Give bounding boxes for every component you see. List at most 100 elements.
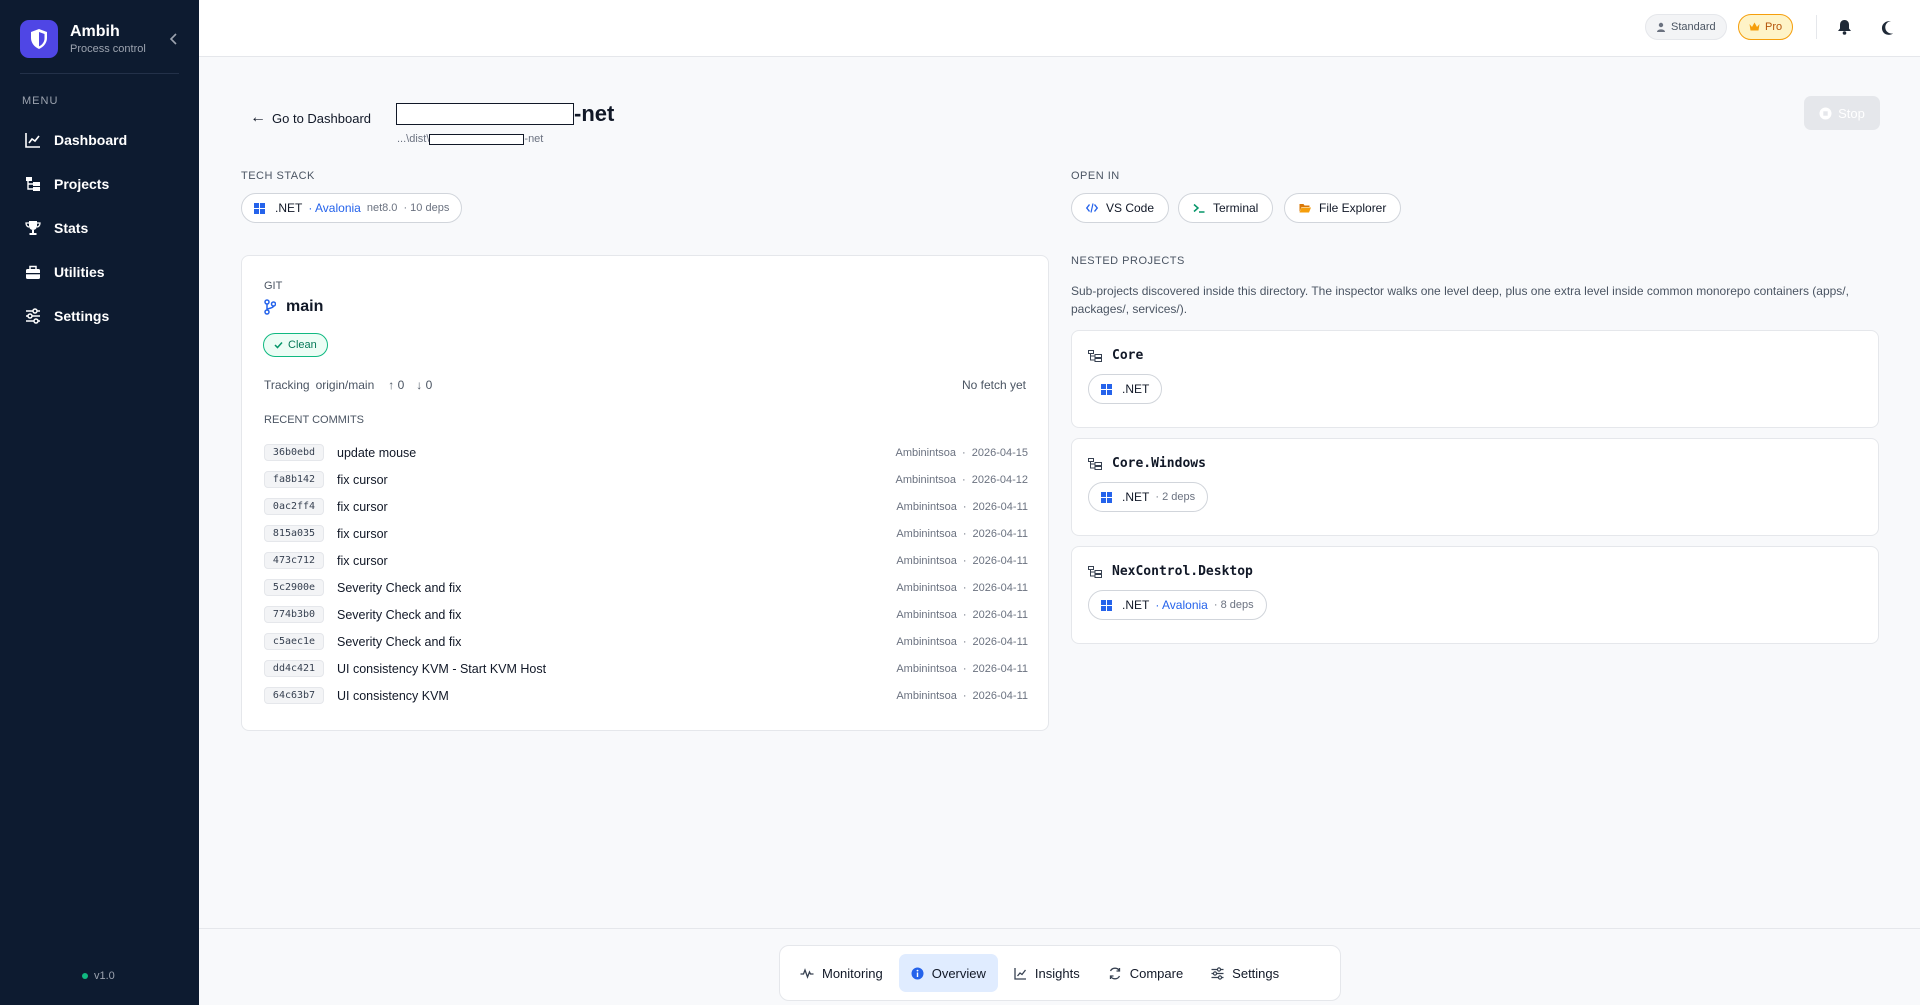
framework-label: Avalonia [315, 201, 361, 215]
stop-circle-icon [1819, 107, 1832, 120]
commit-row[interactable]: 64c63b7 UI consistency KVM Ambinintsoa · 202… [264, 682, 1028, 709]
commit-message: update mouse [337, 445, 417, 460]
sidebar-item-settings[interactable]: Settings [12, 296, 187, 336]
nested-project-title: Core [1088, 348, 1143, 363]
open-terminal-button[interactable]: Terminal [1178, 193, 1274, 223]
sidebar-item-label: Settings [54, 308, 110, 324]
deps-label: 2 deps [1162, 491, 1196, 503]
framework-link[interactable]: · Avalonia [1155, 598, 1208, 612]
windows-icon [254, 202, 265, 214]
commit-date: 2026-04-15 [971, 446, 1028, 459]
notifications-button[interactable] [1833, 16, 1855, 38]
explorer-label: File Explorer [1319, 201, 1387, 215]
commit-separator: · [962, 446, 966, 459]
commit-message: fix cursor [337, 553, 388, 568]
folder-tree-icon [1088, 565, 1102, 578]
commit-hash[interactable]: 0ac2ff4 [264, 498, 324, 515]
commit-hash[interactable]: c5aec1e [264, 633, 324, 650]
commit-hash[interactable]: 64c63b7 [264, 687, 324, 704]
status-badge: Clean [263, 333, 328, 357]
commit-row[interactable]: 5c2900e Severity Check and fix Ambinintsoa… [264, 574, 1028, 601]
nested-project-chip: .NET [1088, 374, 1163, 404]
open-vscode-button[interactable]: VS Code [1071, 193, 1170, 223]
commit-message: fix cursor [337, 526, 388, 541]
nested-project-title: Core.Windows [1088, 456, 1206, 471]
nested-project-card[interactable]: NexControl.Desktop .NET · Avalonia · 8 d… [1071, 546, 1879, 644]
commit-message: UI consistency KVM - Start KVM Host [337, 661, 547, 676]
sidebar-item-label: Projects [54, 176, 110, 192]
redacted-path-block [429, 133, 525, 145]
nested-project-chip: .NET · 2 deps [1088, 482, 1209, 512]
commit-hash[interactable]: 473c712 [264, 552, 324, 569]
commit-author: Ambinintsoa [896, 554, 957, 567]
commit-separator: · [962, 689, 967, 702]
deps-label: 10 deps [410, 202, 450, 214]
commit-row[interactable]: fa8b142 fix cursor Ambinintsoa · 2026-04-12 [264, 466, 1028, 493]
sidebar-item-projects[interactable]: Projects [12, 164, 187, 204]
collapse-sidebar-button[interactable] [164, 29, 184, 49]
tab-settings[interactable]: Settings [1199, 954, 1291, 992]
commit-row[interactable]: c5aec1e Severity Check and fix Ambinintsoa… [264, 628, 1028, 655]
commit-separator: · [962, 554, 967, 567]
commit-author: Ambinintsoa [896, 500, 957, 513]
commit-row[interactable]: dd4c421 UI consistency KVM - Start KVM Ho… [264, 655, 1028, 682]
commit-date: 2026-04-11 [972, 527, 1028, 540]
runtime-label: .NET [1122, 382, 1150, 396]
commit-row[interactable]: 0ac2ff4 fix cursor Ambinintsoa · 2026-04-11 [264, 493, 1028, 520]
commit-hash[interactable]: fa8b142 [264, 471, 324, 488]
commit-hash[interactable]: 815a035 [264, 525, 324, 542]
commit-hash[interactable]: 36b0ebd [264, 444, 324, 461]
page-title-suffix: -net [574, 101, 615, 126]
framework-link[interactable]: · Avalonia [308, 201, 361, 215]
commit-message: UI consistency KVM [337, 688, 449, 703]
status-dot-icon [82, 973, 88, 979]
stop-button[interactable]: Stop [1804, 96, 1880, 130]
open-file-explorer-button[interactable]: File Explorer [1284, 193, 1402, 223]
sidebar-item-stats[interactable]: Stats [12, 208, 187, 248]
pro-mode-button[interactable]: Pro [1738, 14, 1794, 40]
shield-logo-icon [20, 20, 58, 58]
commit-date: 2026-04-12 [971, 473, 1028, 486]
arrow-left-icon: ← [250, 109, 266, 126]
tab-label: Monitoring [822, 965, 883, 981]
tab-insights[interactable]: Insights [1002, 954, 1092, 992]
tracking-label: Tracking [264, 378, 310, 392]
ahead-count: ↑ 0 [388, 378, 405, 392]
folder-tree-icon [24, 175, 42, 193]
tab-compare[interactable]: Compare [1096, 954, 1195, 992]
sliders-icon [24, 307, 42, 325]
fetch-status: No fetch yet [961, 378, 1026, 392]
commit-hash[interactable]: 5c2900e [264, 579, 324, 596]
sliders-icon [1211, 966, 1224, 980]
info-icon [911, 967, 924, 980]
commit-author: Ambinintsoa [895, 446, 957, 459]
bottom-tab-bar: Monitoring Overview Insights Compare Set… [779, 945, 1341, 1001]
open-in-label: OPEN IN [1071, 170, 1120, 182]
commit-row[interactable]: 774b3b0 Severity Check and fix Ambinintsoa… [264, 601, 1028, 628]
deps-count: · 2 deps [1155, 491, 1196, 503]
nested-project-name: Core [1112, 348, 1144, 363]
commit-hash[interactable]: 774b3b0 [264, 606, 324, 623]
commit-row[interactable]: 36b0ebd update mouse Ambinintsoa · 2026-04-1… [264, 439, 1028, 466]
windows-icon [1101, 383, 1112, 395]
back-to-dashboard-link[interactable]: ← Go to Dashboard [250, 109, 371, 127]
tab-overview[interactable]: Overview [898, 954, 998, 992]
tab-label: Compare [1129, 965, 1184, 981]
tab-label: Overview [931, 965, 986, 981]
commit-message: Severity Check and fix [337, 607, 462, 622]
nested-project-card[interactable]: Core.Windows .NET · 2 deps [1071, 438, 1879, 536]
commit-row[interactable]: 815a035 fix cursor Ambinintsoa · 2026-04-11 [264, 520, 1028, 547]
standard-mode-button[interactable]: Standard [1645, 14, 1727, 40]
folder-tree-icon [1088, 457, 1102, 470]
remote-branch: origin/main [315, 378, 375, 392]
commit-date: 2026-04-11 [972, 662, 1028, 675]
theme-toggle-button[interactable] [1877, 16, 1899, 38]
commit-hash[interactable]: dd4c421 [264, 660, 324, 677]
sidebar-item-utilities[interactable]: Utilities [12, 252, 187, 292]
commit-separator: · [962, 608, 967, 621]
commit-row[interactable]: 473c712 fix cursor Ambinintsoa · 2026-04-11 [264, 547, 1028, 574]
sidebar-item-dashboard[interactable]: Dashboard [12, 120, 187, 160]
tab-monitoring[interactable]: Monitoring [788, 954, 895, 992]
tech-stack-chip: .NET · Avalonia net8.0 · 10 deps [241, 193, 463, 223]
nested-project-card[interactable]: Core .NET [1071, 330, 1879, 428]
